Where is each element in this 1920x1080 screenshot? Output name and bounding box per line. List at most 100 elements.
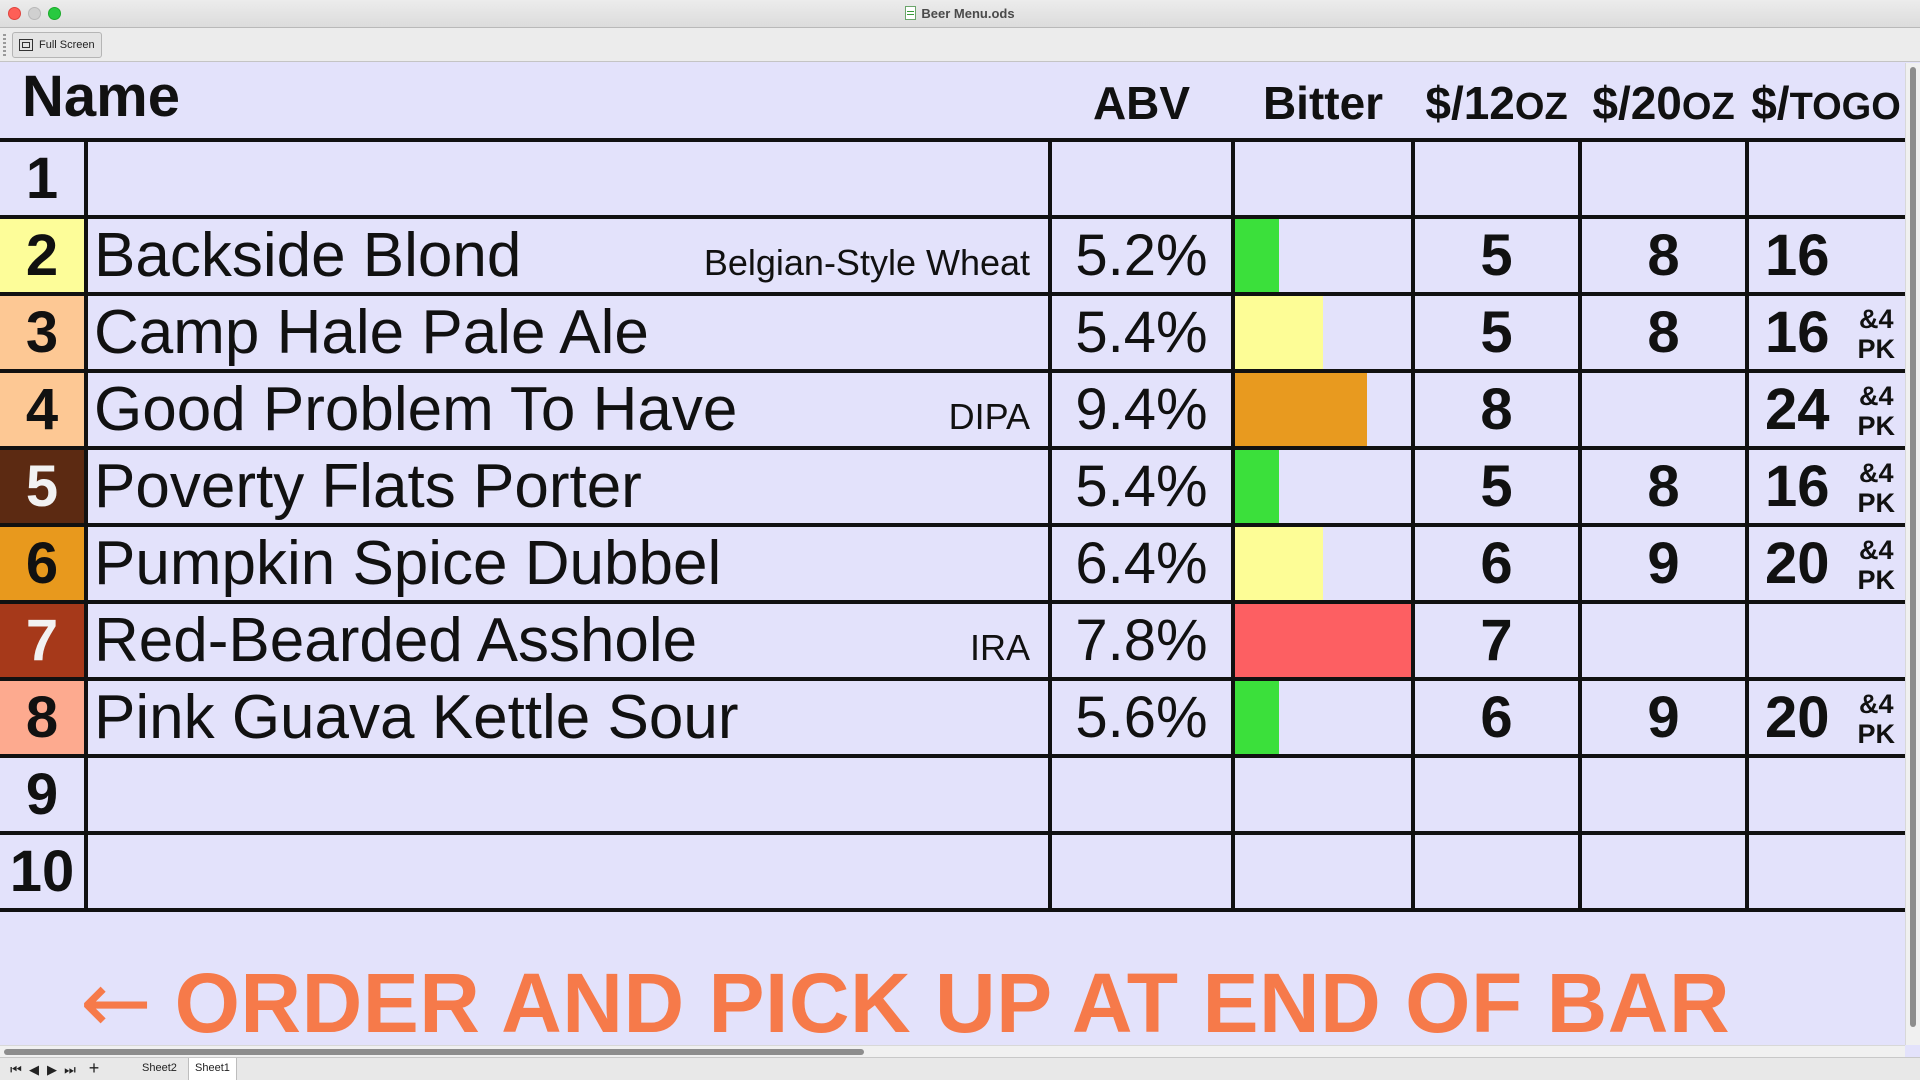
bitterness-cell[interactable] (1233, 756, 1416, 835)
bitterness-cell[interactable] (1233, 525, 1416, 604)
togo-note: &4 PK (1858, 304, 1896, 364)
bitterness-cell[interactable] (1233, 140, 1416, 219)
price-12oz-cell[interactable]: 5 (1413, 294, 1583, 373)
tap-number-cell[interactable]: 7 (0, 602, 88, 681)
abv-cell[interactable]: 7.8% (1050, 602, 1236, 681)
price-togo-value: 24 (1765, 377, 1830, 442)
price-12oz-cell[interactable]: 8 (1413, 371, 1583, 450)
abv-cell[interactable] (1050, 756, 1236, 835)
bitterness-bar (1235, 604, 1410, 675)
beer-name-cell[interactable]: Red-Bearded Asshole IRA (86, 602, 1053, 681)
beer-name: Red-Bearded Asshole (94, 606, 698, 675)
price-20oz-cell[interactable]: 8 (1580, 448, 1750, 527)
togo-note-line-1: &4 (1859, 535, 1894, 565)
previous-sheet-icon[interactable]: ◀ (24, 1062, 44, 1078)
abv-cell[interactable]: 5.6% (1050, 679, 1236, 758)
abv-cell[interactable] (1050, 140, 1236, 219)
bitterness-cell[interactable] (1233, 217, 1416, 296)
price-togo-cell[interactable]: 16 &4 PK (1747, 448, 1905, 527)
vertical-scrollbar-thumb[interactable] (1910, 67, 1916, 1027)
horizontal-scrollbar-thumb[interactable] (4, 1049, 864, 1055)
tap-number-cell[interactable]: 9 (0, 756, 88, 835)
price-togo-cell[interactable]: 16 (1747, 217, 1905, 296)
horizontal-scrollbar[interactable] (0, 1045, 1905, 1057)
beer-name-cell[interactable]: Camp Hale Pale Ale (86, 294, 1053, 373)
price-togo-cell[interactable] (1747, 833, 1905, 912)
abv-cell[interactable]: 5.2% (1050, 217, 1236, 296)
bitterness-cell[interactable] (1233, 294, 1416, 373)
beer-name-cell[interactable] (86, 833, 1053, 912)
tap-number-cell[interactable]: 3 (0, 294, 88, 373)
price-20oz-cell[interactable] (1580, 833, 1750, 912)
tab-sheet1[interactable]: Sheet1 (188, 1058, 237, 1080)
tap-number-cell[interactable]: 5 (0, 448, 88, 527)
bitterness-cell[interactable] (1233, 679, 1416, 758)
bitterness-cell[interactable] (1233, 448, 1416, 527)
bitterness-cell[interactable] (1233, 371, 1416, 450)
tap-number-cell[interactable]: 6 (0, 525, 88, 604)
tap-number-cell[interactable]: 4 (0, 371, 88, 450)
price-12oz-cell[interactable] (1413, 833, 1583, 912)
next-sheet-icon[interactable]: ▶ (42, 1062, 62, 1078)
header-name[interactable]: Name (0, 63, 1051, 142)
price-togo-cell[interactable]: 16 &4 PK (1747, 294, 1905, 373)
price-20oz-cell[interactable]: 8 (1580, 217, 1750, 296)
price-20oz-cell[interactable]: 9 (1580, 525, 1750, 604)
tap-number-cell[interactable]: 8 (0, 679, 88, 758)
price-12oz-cell[interactable]: 6 (1413, 679, 1583, 758)
price-12oz-cell[interactable] (1413, 756, 1583, 835)
price-togo-cell[interactable] (1747, 602, 1905, 681)
beer-name-cell[interactable] (86, 756, 1053, 835)
togo-note: &4 PK (1858, 535, 1896, 595)
toolbar-grip-handle[interactable] (3, 34, 6, 56)
price-12oz-cell[interactable]: 7 (1413, 602, 1583, 681)
price-20oz-cell[interactable] (1580, 140, 1750, 219)
price-togo-cell[interactable] (1747, 140, 1905, 219)
price-togo-cell[interactable]: 24 &4 PK (1747, 371, 1905, 450)
abv-cell[interactable]: 5.4% (1050, 448, 1236, 527)
last-sheet-icon[interactable]: ⏭ (60, 1062, 80, 1078)
price-12oz-cell[interactable] (1413, 140, 1583, 219)
header-price-20oz[interactable]: $/20OZ (1580, 63, 1748, 142)
bitterness-cell[interactable] (1233, 602, 1416, 681)
beer-name-cell[interactable]: Pumpkin Spice Dubbel (86, 525, 1053, 604)
beer-name-cell[interactable]: Pink Guava Kettle Sour (86, 679, 1053, 758)
add-sheet-button[interactable]: + (84, 1058, 104, 1079)
tap-number-cell[interactable]: 10 (0, 833, 88, 912)
price-20oz-cell[interactable] (1580, 602, 1750, 681)
tap-number-cell[interactable]: 1 (0, 140, 88, 219)
price-12oz-cell[interactable]: 5 (1413, 217, 1583, 296)
abv-cell[interactable]: 5.4% (1050, 294, 1236, 373)
togo-note-line-2: PK (1857, 488, 1896, 518)
tap-number-cell[interactable]: 2 (0, 217, 88, 296)
table-row: 2 Backside Blond Belgian-Style Wheat 5.2% 5 8… (0, 217, 1905, 296)
price-20oz-cell[interactable] (1580, 371, 1750, 450)
spreadsheet-grid[interactable]: Name ABV Bitter $/12OZ $/20OZ $/TOGO 12B… (0, 63, 1905, 1045)
beer-name-cell[interactable]: Good Problem To Have DIPA (86, 371, 1053, 450)
price-12oz-cell[interactable]: 5 (1413, 448, 1583, 527)
price-togo-value: 16 (1765, 223, 1830, 288)
beer-name-cell[interactable] (86, 140, 1053, 219)
price-20oz-cell[interactable]: 9 (1580, 679, 1750, 758)
abv-cell[interactable] (1050, 833, 1236, 912)
abv-cell[interactable]: 6.4% (1050, 525, 1236, 604)
header-price-12oz[interactable]: $/12OZ (1413, 63, 1581, 142)
price-togo-cell[interactable]: 20 &4 PK (1747, 525, 1905, 604)
price-togo-cell[interactable]: 20 &4 PK (1747, 679, 1905, 758)
header-bitter[interactable]: Bitter (1233, 63, 1414, 142)
abv-cell[interactable]: 9.4% (1050, 371, 1236, 450)
price-20oz-cell[interactable]: 8 (1580, 294, 1750, 373)
beer-menu-table: Name ABV Bitter $/12OZ $/20OZ $/TOGO 12B… (0, 63, 1905, 912)
bitterness-cell[interactable] (1233, 833, 1416, 912)
price-togo-cell[interactable] (1747, 756, 1905, 835)
vertical-scrollbar[interactable] (1905, 63, 1920, 1045)
beer-name-cell[interactable]: Poverty Flats Porter (86, 448, 1053, 527)
tab-sheet2[interactable]: Sheet2 (136, 1058, 183, 1080)
price-12oz-cell[interactable]: 6 (1413, 525, 1583, 604)
price-20oz-cell[interactable] (1580, 756, 1750, 835)
beer-name-cell[interactable]: Backside Blond Belgian-Style Wheat (86, 217, 1053, 296)
first-sheet-icon[interactable]: ⏮ (6, 1062, 26, 1078)
header-abv[interactable]: ABV (1050, 63, 1234, 142)
full-screen-button[interactable]: Full Screen (12, 32, 102, 58)
header-price-togo[interactable]: $/TOGO (1747, 63, 1905, 142)
